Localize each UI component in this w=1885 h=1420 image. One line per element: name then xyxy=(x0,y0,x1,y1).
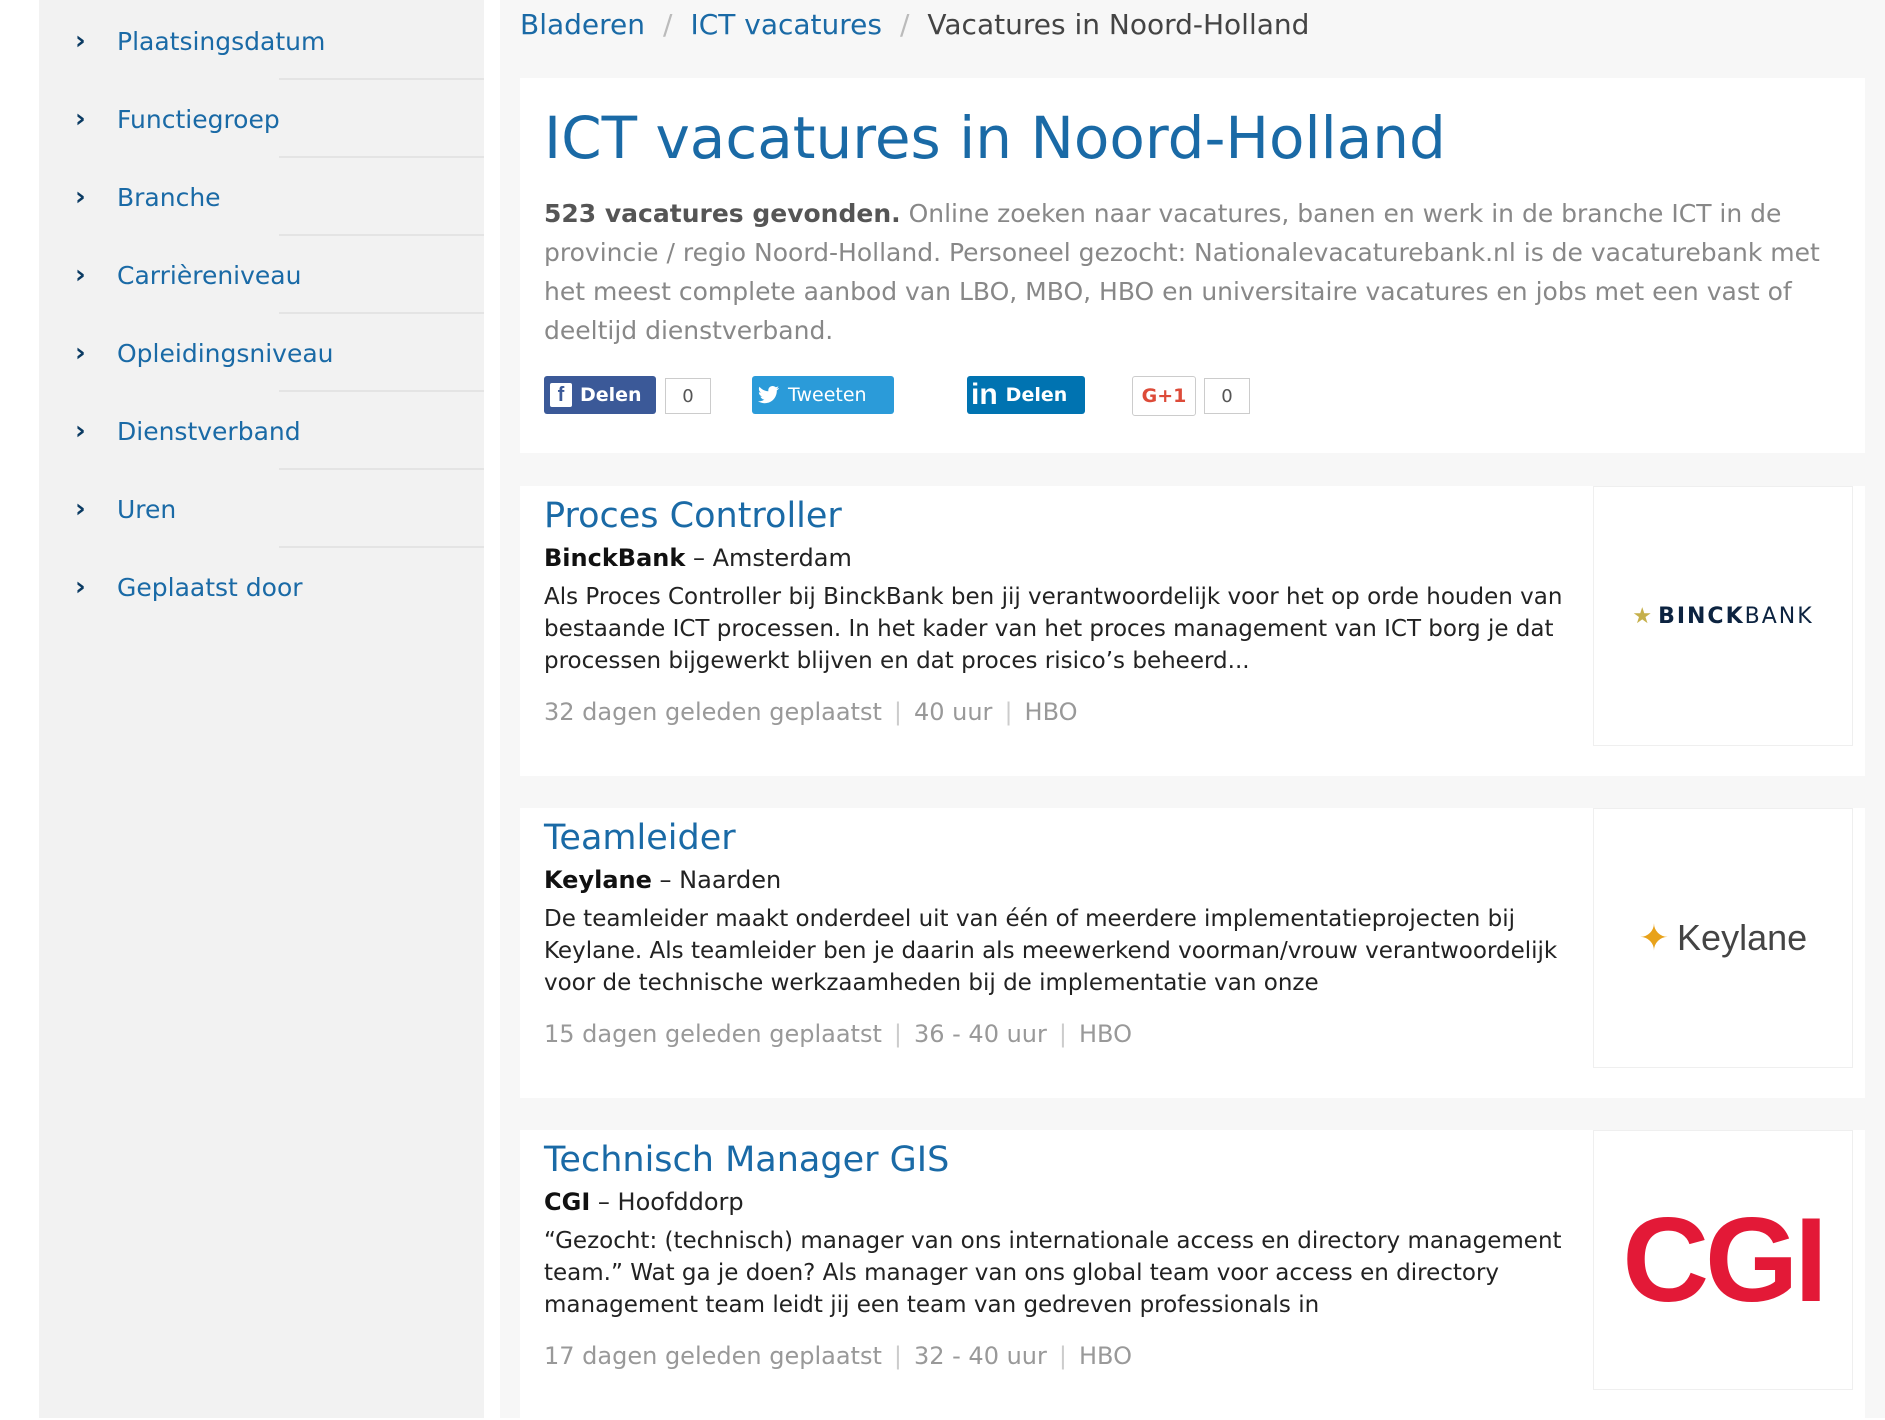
cgi-logo: CGI xyxy=(1622,1193,1827,1327)
job-meta: 32 dagen geleden geplaatst | 40 uur | HBO xyxy=(544,698,1078,726)
meta-separator: | xyxy=(893,1342,902,1370)
google-plus-count: 0 xyxy=(1204,378,1250,414)
results-intro: 523 vacatures gevonden. Online zoeken na… xyxy=(544,194,1834,350)
filter-label: Dienstverband xyxy=(117,416,301,446)
job-level: HBO xyxy=(1024,698,1078,726)
filter-carriereniveau[interactable]: › Carrièreniveau xyxy=(39,236,484,314)
job-hours: 36 - 40 uur xyxy=(913,1020,1047,1048)
chevron-right-icon: › xyxy=(75,572,86,602)
chevron-right-icon: › xyxy=(75,260,86,290)
facebook-icon: f xyxy=(550,383,572,407)
filter-label: Geplaatst door xyxy=(117,572,303,602)
job-company: Keylane xyxy=(544,866,652,894)
star-icon: ★ xyxy=(1632,603,1655,629)
job-description: De teamleider maakt onderdeel uit van éé… xyxy=(544,906,1558,996)
twitter-share-label: Tweeten xyxy=(788,384,867,406)
job-company: CGI xyxy=(544,1188,591,1216)
job-card: Proces Controller BinckBank – Amsterdam … xyxy=(520,486,1865,776)
job-location: Hoofddorp xyxy=(617,1188,744,1216)
job-card: Technisch Manager GIS CGI – Hoofddorp “G… xyxy=(520,1130,1865,1420)
chevron-right-icon: › xyxy=(75,416,86,446)
facebook-share-button[interactable]: f Delen xyxy=(544,376,656,414)
job-location: Naarden xyxy=(679,866,782,894)
company-logo-cgi[interactable]: CGI xyxy=(1593,1130,1853,1390)
filter-dienstverband[interactable]: › Dienstverband xyxy=(39,392,484,470)
breadcrumb-bladeren[interactable]: Bladeren xyxy=(520,8,645,41)
breadcrumb-current: Vacatures in Noord-Holland xyxy=(927,7,1310,41)
breadcrumb-ict-vacatures[interactable]: ICT vacatures xyxy=(690,8,882,41)
job-company-location: Keylane – Naarden xyxy=(544,866,781,894)
job-hours: 40 uur xyxy=(913,698,993,726)
filter-label: Uren xyxy=(117,494,177,524)
job-level: HBO xyxy=(1078,1020,1132,1048)
job-posted: 32 dagen geleden geplaatst xyxy=(544,698,882,726)
job-title-link[interactable]: Proces Controller xyxy=(544,496,842,536)
linkedin-share-label: Delen xyxy=(1005,384,1068,406)
job-meta: 17 dagen geleden geplaatst | 32 - 40 uur | H… xyxy=(544,1342,1132,1370)
chevron-right-icon: › xyxy=(75,26,86,56)
job-description: “Gezocht: (technisch) manager van ons in… xyxy=(544,1228,1562,1318)
job-company-location: BinckBank – Amsterdam xyxy=(544,544,852,572)
twitter-bird-icon xyxy=(758,386,780,404)
filter-label: Functiegroep xyxy=(117,104,280,134)
meta-separator: | xyxy=(1058,1020,1067,1048)
job-company-location: CGI – Hoofddorp xyxy=(544,1188,744,1216)
results-header: ICT vacatures in Noord-Holland 523 vacat… xyxy=(520,78,1865,453)
chevron-right-icon: › xyxy=(75,182,86,212)
job-company: BinckBank xyxy=(544,544,686,572)
filter-plaatsingsdatum[interactable]: › Plaatsingsdatum xyxy=(39,2,484,80)
filter-label: Branche xyxy=(117,182,221,212)
chevron-right-icon: › xyxy=(75,104,86,134)
breadcrumb-separator: / xyxy=(663,7,673,41)
filter-sidebar: › Plaatsingsdatum › Functiegroep › Branc… xyxy=(39,0,484,1418)
job-meta: 15 dagen geleden geplaatst | 36 - 40 uur | H… xyxy=(544,1020,1132,1048)
company-logo-binckbank[interactable]: ★ BINCKBANK xyxy=(1593,486,1853,746)
breadcrumb-separator: / xyxy=(899,7,910,41)
company-separator: – xyxy=(659,866,672,894)
job-posted: 15 dagen geleden geplaatst xyxy=(544,1020,882,1048)
results-count: 523 vacatures gevonden. xyxy=(544,199,901,228)
filter-geplaatst-door[interactable]: › Geplaatst door xyxy=(39,548,484,626)
filter-branche[interactable]: › Branche xyxy=(39,158,484,236)
keylane-mark-icon: ✦ xyxy=(1638,917,1670,958)
filter-uren[interactable]: › Uren xyxy=(39,470,484,548)
filter-label: Opleidingsniveau xyxy=(117,338,334,368)
binckbank-logo: ★ BINCKBANK xyxy=(1632,603,1814,629)
job-title-link[interactable]: Technisch Manager GIS xyxy=(544,1140,949,1180)
twitter-share-button[interactable]: Tweeten xyxy=(752,376,894,414)
meta-separator: | xyxy=(1004,698,1013,726)
breadcrumb: Bladeren / ICT vacatures / Vacatures in … xyxy=(520,2,1309,46)
filter-functiegroep[interactable]: › Functiegroep xyxy=(39,80,484,158)
linkedin-share-button[interactable]: in Delen xyxy=(967,376,1085,414)
job-hours: 32 - 40 uur xyxy=(913,1342,1047,1370)
keylane-logo: ✦ Keylane xyxy=(1638,917,1808,958)
job-description: Als Proces Controller bij BinckBank ben … xyxy=(544,584,1563,674)
meta-separator: | xyxy=(893,698,902,726)
chevron-right-icon: › xyxy=(75,494,86,524)
page-title: ICT vacatures in Noord-Holland xyxy=(544,104,1446,172)
meta-separator: | xyxy=(1058,1342,1067,1370)
job-level: HBO xyxy=(1078,1342,1132,1370)
company-separator: – xyxy=(597,1188,610,1216)
company-logo-keylane[interactable]: ✦ Keylane xyxy=(1593,808,1853,1068)
job-card: Teamleider Keylane – Naarden De teamleid… xyxy=(520,808,1865,1098)
facebook-share-label: Delen xyxy=(580,384,642,406)
google-plus-button[interactable]: G+1 xyxy=(1132,376,1196,416)
chevron-right-icon: › xyxy=(75,338,86,368)
job-location: Amsterdam xyxy=(712,544,852,572)
job-title-link[interactable]: Teamleider xyxy=(544,818,736,858)
linkedin-icon: in xyxy=(971,378,998,411)
job-posted: 17 dagen geleden geplaatst xyxy=(544,1342,882,1370)
facebook-share-count: 0 xyxy=(665,378,711,414)
meta-separator: | xyxy=(893,1020,902,1048)
filter-opleidingsniveau[interactable]: › Opleidingsniveau xyxy=(39,314,484,392)
company-separator: – xyxy=(692,544,705,572)
filter-label: Carrièreniveau xyxy=(117,260,302,290)
filter-label: Plaatsingsdatum xyxy=(117,26,326,56)
